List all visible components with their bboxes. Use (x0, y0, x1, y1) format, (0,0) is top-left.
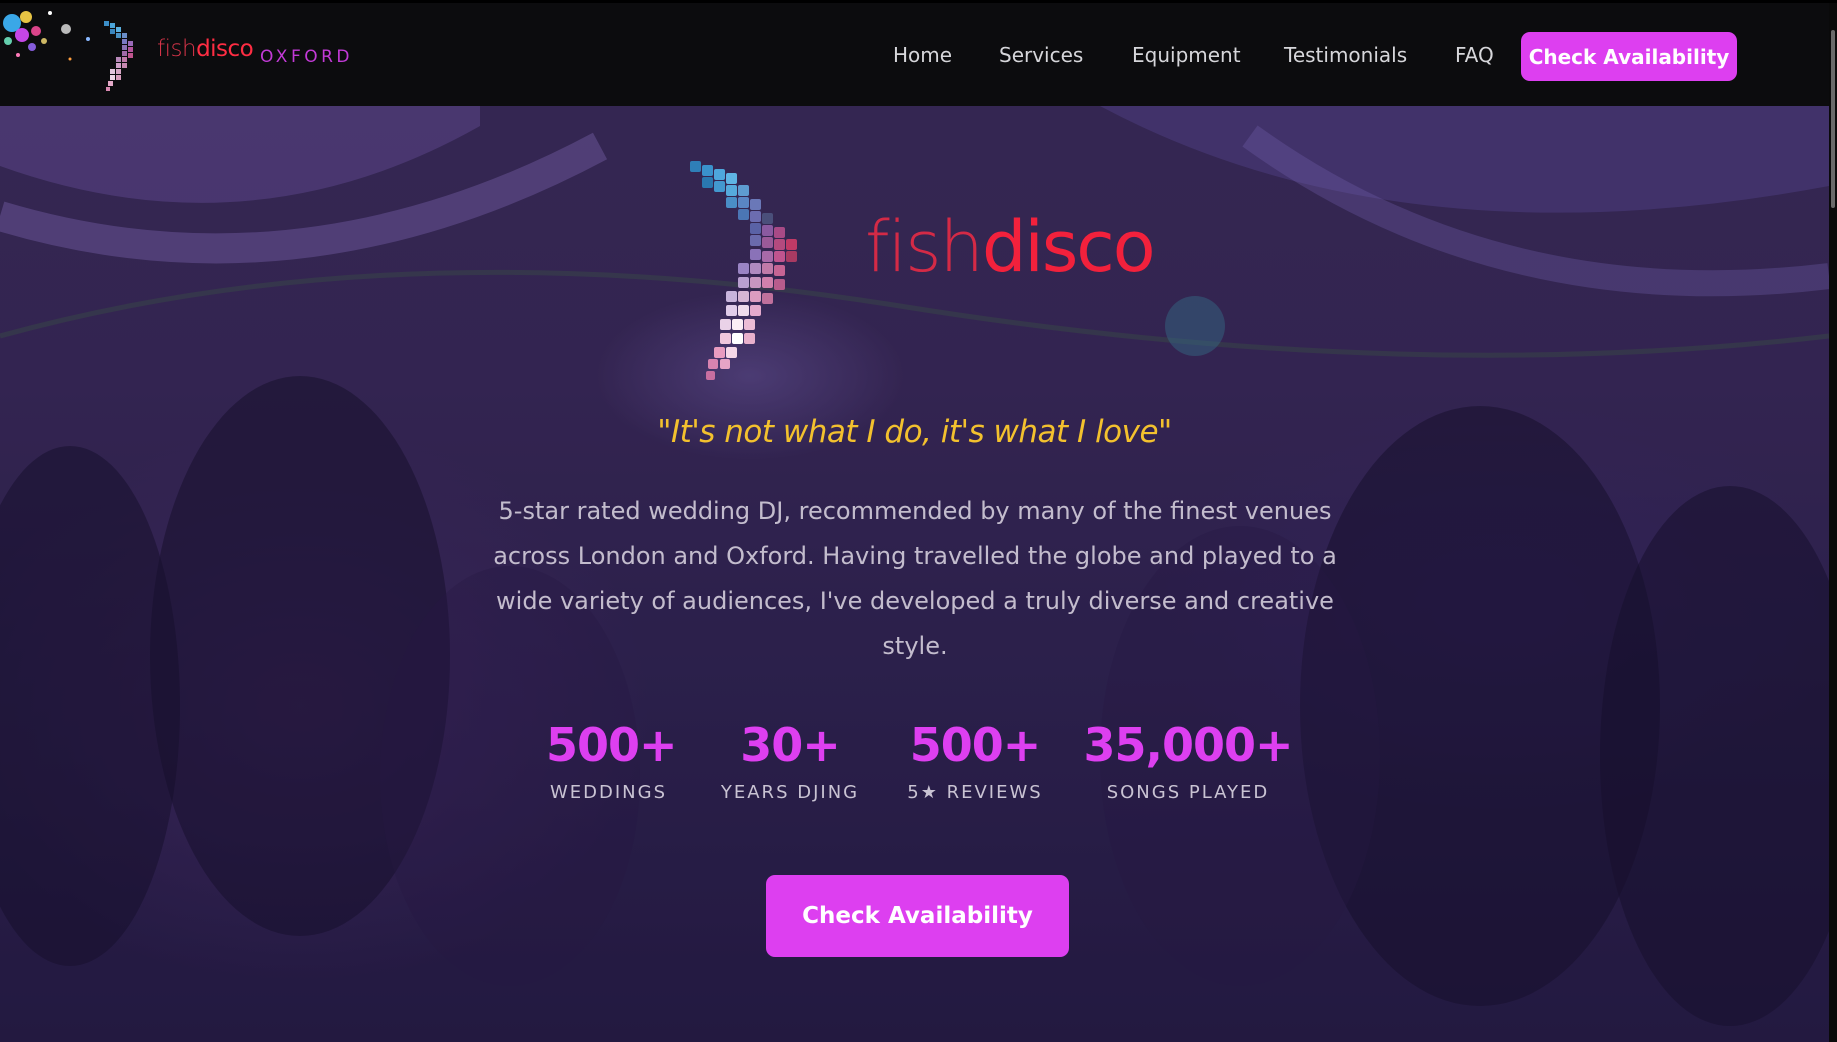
stat-weddings: 500+ WEDDINGS (546, 718, 678, 803)
hero-logo: fishdisco (670, 151, 1170, 391)
stat-value: 500+ (909, 718, 1042, 772)
hero-section: fishdisco "It's not what I do, it's what… (0, 106, 1829, 1042)
stat-label: WEDDINGS (549, 782, 668, 803)
sparkles-icon (3, 11, 90, 61)
nav-link-equipment[interactable]: Equipment (1132, 43, 1241, 67)
stat-songs-played: 35,000+ SONGS PLAYED (1083, 718, 1293, 803)
nav-link-faq[interactable]: FAQ (1455, 43, 1494, 67)
hero-wordmark: fishdisco (865, 206, 1156, 288)
hero-word-light: fish (865, 206, 984, 288)
nav-link-services[interactable]: Services (999, 43, 1083, 67)
hero-intro: 5-star rated wedding DJ, recommended by … (493, 497, 1337, 660)
hero-tagline: "It's not what I do, it's what I love" (657, 414, 1172, 450)
fishdisco-logo-mark-icon (690, 161, 797, 380)
brand-word-bold: disco (196, 36, 254, 62)
brand-home-link[interactable]: fishdisco OXFORD (0, 3, 360, 106)
fishdisco-logo-mark-icon (104, 21, 133, 91)
hero-check-availability-button[interactable]: Check Availability (766, 875, 1069, 957)
stat-years-djing: 30+ YEARS DJING (710, 718, 870, 803)
nav-check-availability-button[interactable]: Check Availability (1521, 32, 1737, 81)
brand-city: OXFORD (260, 47, 354, 67)
stat-label: YEARS DJING (720, 782, 860, 803)
stat-value: 30+ (740, 718, 841, 772)
brand-wordmark: fishdisco (157, 36, 254, 62)
page-scrollbar-thumb[interactable] (1831, 30, 1835, 208)
stat-label: SONGS PLAYED (1106, 782, 1270, 803)
stat-value: 500+ (546, 718, 678, 772)
nav-link-home[interactable]: Home (893, 43, 952, 67)
stat-value: 35,000+ (1083, 718, 1293, 772)
brand-word-light: fish (157, 36, 197, 62)
hero-word-bold: disco (981, 206, 1156, 288)
stat-label: 5★ REVIEWS (907, 782, 1043, 803)
stat-reviews: 500+ 5★ REVIEWS (900, 718, 1050, 803)
top-navigation: fishdisco OXFORD Home Services Equipment… (0, 3, 1837, 106)
nav-link-testimonials[interactable]: Testimonials (1284, 43, 1407, 67)
